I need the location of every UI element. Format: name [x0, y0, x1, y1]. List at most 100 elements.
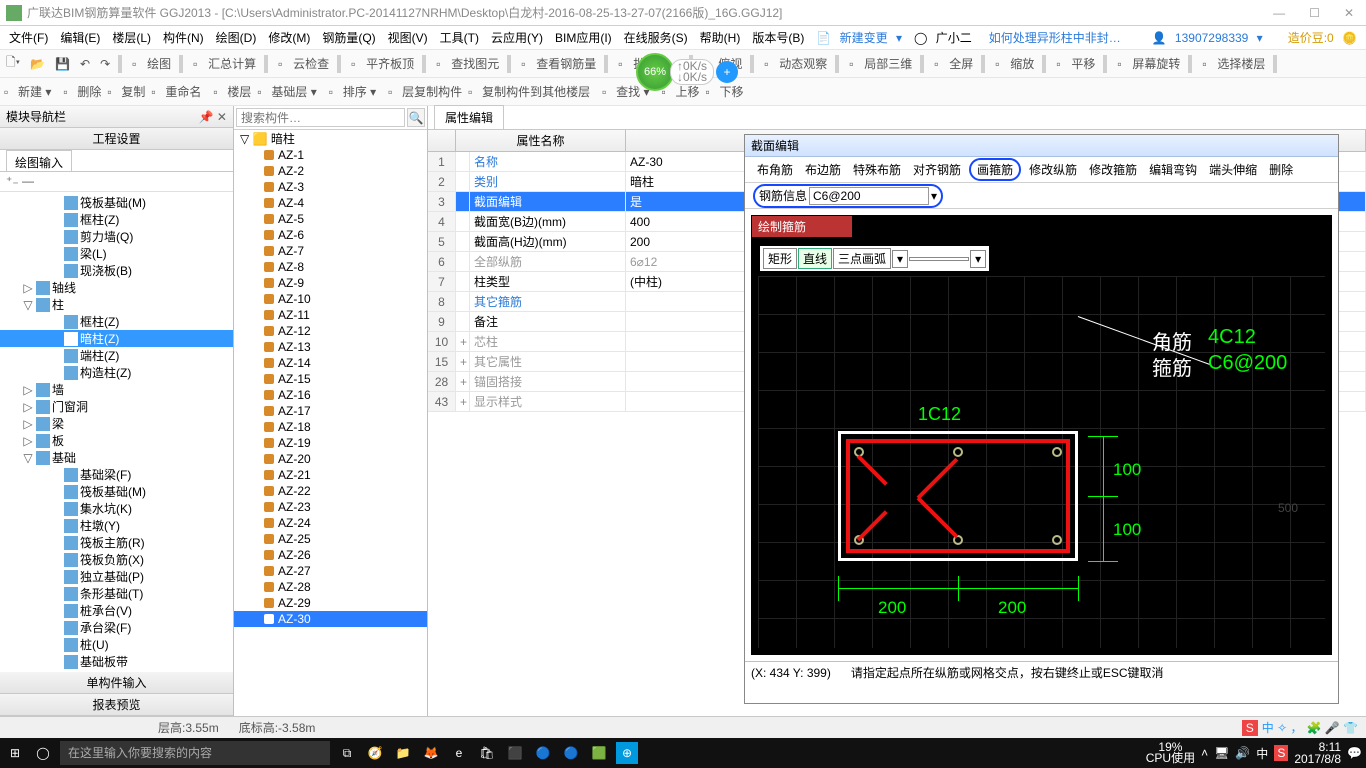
pct-ball[interactable]: 66% — [636, 53, 674, 91]
toolbar-btn[interactable]: ▫全屏 — [930, 54, 975, 73]
list-item[interactable]: AZ-13 — [234, 339, 427, 355]
tree-node[interactable]: 桩(U) — [0, 636, 233, 653]
component-list[interactable]: ▽ 🟨 暗柱AZ-1AZ-2AZ-3AZ-4AZ-5AZ-6AZ-7AZ-8AZ… — [234, 130, 427, 716]
cortana-icon[interactable]: ◯ — [32, 742, 54, 764]
toolbar-btn[interactable]: ▫查看钢筋量 — [517, 54, 598, 73]
toolbar-btn[interactable]: ▫云检查 — [274, 54, 331, 73]
shape-dd[interactable]: ▾ — [892, 250, 908, 268]
xiaoer-link[interactable]: ◯ 广小二 — [909, 27, 982, 48]
taskbar-search[interactable]: 在这里输入你要搜索的内容 — [60, 741, 330, 765]
list-item[interactable]: AZ-18 — [234, 419, 427, 435]
shape-btn[interactable]: 直线 — [798, 248, 832, 269]
app-icon-3[interactable]: 🦊 — [420, 742, 442, 764]
toolbar-btn[interactable]: ▫屏幕旋转 — [1113, 54, 1182, 73]
tree-node[interactable]: 筏板主筋(R) — [0, 534, 233, 551]
app-icon-4[interactable]: ⬛ — [504, 742, 526, 764]
app-icon-2[interactable]: 📁 — [392, 742, 414, 764]
notif-icon[interactable]: 💬 — [1347, 746, 1362, 760]
toolbar-btn[interactable]: ▫排序 ▾ — [329, 83, 376, 100]
toolbar-btn[interactable]: ▫动态观察 — [760, 54, 829, 73]
tree-node[interactable]: 筏板负筋(X) — [0, 551, 233, 568]
rebar-info-circle[interactable]: 钢筋信息 ▾ — [753, 184, 943, 208]
store-icon[interactable]: 🛍 — [476, 742, 498, 764]
menu-item[interactable]: 编辑(E) — [55, 27, 105, 48]
list-item[interactable]: AZ-19 — [234, 435, 427, 451]
tree-node[interactable]: 筏板基础(M) — [0, 483, 233, 500]
list-item[interactable]: AZ-4 — [234, 195, 427, 211]
menu-item[interactable]: 钢筋量(Q) — [317, 27, 380, 48]
minimize-button[interactable]: — — [1267, 4, 1291, 22]
app-icon-6[interactable]: 🔵 — [560, 742, 582, 764]
open-icon[interactable]: 📂 — [28, 56, 47, 72]
menu-item[interactable]: 视图(V) — [383, 27, 433, 48]
list-item[interactable]: AZ-5 — [234, 211, 427, 227]
save-icon[interactable]: 💾 — [53, 56, 72, 72]
tray-up-icon[interactable]: ˄ — [1201, 746, 1208, 760]
toolbar-btn[interactable]: ▫平齐板顶 — [347, 54, 416, 73]
tab-property-edit[interactable]: 属性编辑 — [434, 105, 504, 129]
menu-item[interactable]: 绘图(D) — [211, 27, 262, 48]
list-item[interactable]: AZ-22 — [234, 483, 427, 499]
menu-item[interactable]: 构件(N) — [158, 27, 209, 48]
tree-node[interactable]: 暗柱(Z) — [0, 330, 233, 347]
menu-item[interactable]: 版本号(B) — [747, 27, 809, 48]
list-group[interactable]: ▽ 🟨 暗柱 — [234, 130, 427, 147]
cpu-usage[interactable]: 19% CPU使用 — [1146, 742, 1195, 764]
tree-node[interactable]: 条形基础(T) — [0, 585, 233, 602]
app-icon-5[interactable]: 🔵 — [532, 742, 554, 764]
tree-node[interactable]: 框柱(Z) — [0, 313, 233, 330]
section-canvas[interactable]: 绘制箍筋 矩形直线三点画弧▾▾ 100 100 — [751, 215, 1332, 655]
menu-item[interactable]: 楼层(L) — [107, 27, 156, 48]
editor-tab[interactable]: 编辑弯钩 — [1145, 159, 1201, 180]
editor-tab[interactable]: 修改箍筋 — [1085, 159, 1141, 180]
undo-icon[interactable]: ↶ — [78, 56, 92, 72]
tree-node[interactable]: 集水坑(K) — [0, 500, 233, 517]
list-item[interactable]: AZ-10 — [234, 291, 427, 307]
shape-dd2[interactable]: ▾ — [970, 250, 986, 268]
list-item[interactable]: AZ-3 — [234, 179, 427, 195]
new-change-link[interactable]: 📄 新建变更 ▾ — [811, 27, 907, 48]
toolbar-btn[interactable]: ▫复制构件到其他楼层 — [468, 83, 590, 100]
list-item[interactable]: AZ-14 — [234, 355, 427, 371]
toolbar-btn[interactable]: ▫选择楼层 — [1198, 54, 1267, 73]
editor-tab[interactable]: 端头伸缩 — [1205, 159, 1261, 180]
close-button[interactable]: ✕ — [1338, 4, 1360, 22]
list-item[interactable]: AZ-12 — [234, 323, 427, 339]
help-article-link[interactable]: 如何处理异形柱中非封… — [984, 27, 1126, 48]
editor-tab[interactable]: 布角筋 — [753, 159, 797, 180]
section-engineering[interactable]: 工程设置 — [0, 128, 233, 150]
shape-btn[interactable]: 三点画弧 — [833, 248, 891, 269]
ime-cn[interactable]: 中 ✧ ， — [1262, 719, 1303, 736]
pin-icon[interactable]: 📌 ✕ — [199, 110, 227, 124]
list-item[interactable]: AZ-8 — [234, 259, 427, 275]
tree-node[interactable]: ▷梁 — [0, 415, 233, 432]
nav-icon-strip[interactable]: ⁺₋ — — [0, 172, 233, 192]
list-item[interactable]: AZ-27 — [234, 563, 427, 579]
tree-node[interactable]: 独立基础(P) — [0, 568, 233, 585]
toolbar-btn[interactable]: ▫删除 — [63, 83, 101, 100]
list-item[interactable]: AZ-21 — [234, 467, 427, 483]
app-icon-1[interactable]: 🧭 — [364, 742, 386, 764]
toolbar-btn[interactable]: ▫基础层 ▾ — [257, 83, 316, 100]
tab-draw-input[interactable]: 绘图输入 — [6, 150, 72, 171]
component-search-input[interactable] — [236, 108, 405, 127]
tree-node[interactable]: 筏板基础(M) — [0, 194, 233, 211]
menu-item[interactable]: 工具(T) — [435, 27, 484, 48]
start-button[interactable]: ⊞ — [4, 742, 26, 764]
tree-node[interactable]: ▷板 — [0, 432, 233, 449]
maximize-button[interactable]: ☐ — [1303, 4, 1326, 22]
app-icon-7[interactable]: 🟩 — [588, 742, 610, 764]
menu-item[interactable]: BIM应用(I) — [550, 27, 617, 48]
list-item[interactable]: AZ-6 — [234, 227, 427, 243]
tray-ime[interactable]: 中 — [1256, 745, 1268, 762]
taskview-icon[interactable]: ⧉ — [336, 742, 358, 764]
toolbar-btn[interactable]: ▫汇总计算 — [189, 54, 258, 73]
editor-tab[interactable]: 布边筋 — [801, 159, 845, 180]
tree-node[interactable]: 框柱(Z) — [0, 211, 233, 228]
list-item[interactable]: AZ-2 — [234, 163, 427, 179]
list-item[interactable]: AZ-23 — [234, 499, 427, 515]
list-item[interactable]: AZ-1 — [234, 147, 427, 163]
menu-item[interactable]: 文件(F) — [4, 27, 53, 48]
list-item[interactable]: AZ-26 — [234, 547, 427, 563]
editor-tab[interactable]: 修改纵筋 — [1025, 159, 1081, 180]
